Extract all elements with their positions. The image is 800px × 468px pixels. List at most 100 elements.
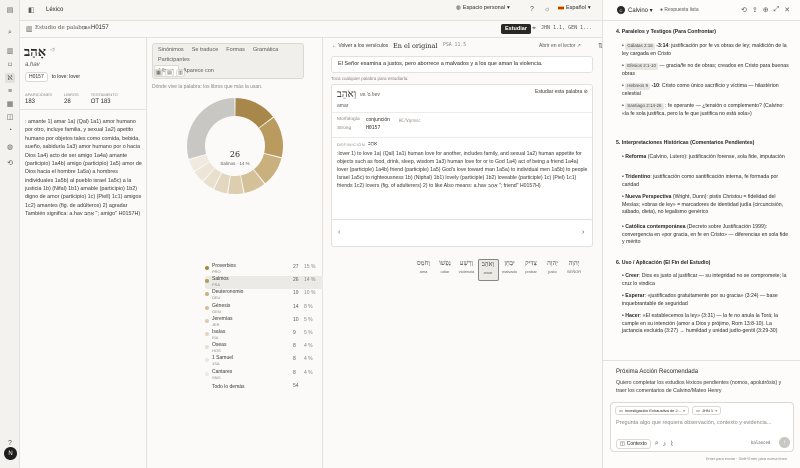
scripture-chip[interactable]: Santiago 2:14-26 [625,103,664,110]
bell-icon[interactable]: ◔ [5,125,15,135]
help-circle-icon[interactable]: ? [530,6,534,13]
verse-reference: PSA 11.5 [443,43,467,48]
legend-item-sng[interactable]: Cantares SNG 8 4 % [205,369,325,382]
tab-translated-as[interactable]: Se traduce [188,45,223,55]
app-logo-icon[interactable]: N [4,447,17,460]
list-view-icon[interactable]: ▤ [165,69,174,77]
legend-item-1sa[interactable]: 1 Samuel 1SA 8 4 % [205,355,325,368]
legend-item-jer[interactable]: Jeremías JER 10 5 % [205,316,325,329]
scripture-chip[interactable]: Hebreos 9 [625,83,651,90]
scripture-chip[interactable]: Efesios 2:1-10 [625,63,659,70]
chat-input[interactable]: Pregunta algo que requiera observación, … [616,420,791,426]
study-button[interactable]: Estudiar [501,24,532,34]
tab-grammar[interactable]: Gramática [249,45,282,55]
share-icon[interactable]: ⇪ [752,6,758,14]
interlinear-word[interactable]: וְרָשָׁע violencia [456,259,477,274]
tab-participants[interactable]: Participantes [154,55,194,65]
divider [332,137,592,138]
legend-percent: 10 % [304,290,316,297]
model-selector[interactable]: balanced [751,440,770,445]
morphology-code: HC/Vqrmsc [399,118,421,123]
search-input[interactable]: H0157 [91,25,491,31]
legend-item-gen[interactable]: Génesis GEN 14 8 % [205,303,325,316]
notes-icon[interactable]: ≡ [5,86,15,96]
attach-icon[interactable]: ⌇ [670,440,673,448]
chat-composer: ▭ Investigación Exhaustiva de J... × ▭ JHN … [610,402,794,452]
reference-field[interactable]: JHN 1.1, GEN 1... [541,25,592,31]
interlinear-word[interactable]: צַדִּיק probar [521,259,542,274]
attachment-chip[interactable]: ▭ JHN 1 × [692,406,722,415]
panel-toggle-icon[interactable]: ◧ [28,6,35,14]
interlinear-word[interactable]: יְהוָה SEÑOR [564,259,585,274]
expand-icon[interactable]: ⤢ [774,6,780,14]
legend-item-isa[interactable]: Isaías ISA 9 5 % [205,329,325,342]
attachment-chip[interactable]: ▭ Investigación Exhaustiva de J... × [615,406,690,415]
bookmark-icon[interactable]: ⌑ [5,60,15,70]
open-in-reader-link[interactable]: Abrir en el lector ↗ [539,43,581,49]
context-button[interactable]: ◫ Contexto [616,439,651,449]
new-chat-icon[interactable]: ⊕ [763,6,769,14]
legend-item-pro[interactable]: Proverbios PRO 27 15 % [205,263,325,276]
chevron-left-icon[interactable]: ‹ [338,229,340,236]
workspace-selector[interactable]: ◍ Espacio personal ▾ [456,5,510,11]
send-button[interactable]: ↑ [779,437,790,448]
entry-definition: : amante 1) amar 1a) (Qal) 1a1) amor hum… [25,119,142,218]
search-icon[interactable]: ⌕ [655,440,659,448]
book-icon[interactable]: ▥ [5,46,15,56]
sun-icon[interactable]: ☼ [544,6,550,13]
study-this-word-button[interactable]: Estudiar esta palabra ⊘ [535,89,588,95]
speaker-icon[interactable]: ◁ʲ [50,47,55,53]
legend-swatch [205,279,209,284]
open-in-label: Abrir en el lector [539,43,576,49]
tab-forms[interactable]: Formas [222,45,249,55]
back-to-verses-link[interactable]: ← Volver a los versículos [332,43,388,49]
grid-view-icon[interactable]: ▦ [154,69,163,77]
stat-value: 183 [25,99,36,105]
legend-swatch [205,292,209,297]
mic-icon[interactable]: ♪ [663,441,667,448]
interlinear-word[interactable]: וְאֹהֵב amar [477,259,499,281]
interlinear-word[interactable]: נַפְשׁוֹ odiar [435,259,456,274]
item-text: : «justificados gratuitamente por su gra… [622,293,778,307]
table-view-icon[interactable]: ▥ [176,69,185,77]
word-hebrew-text: יְהוָה [547,259,558,267]
scripture-chip[interactable]: Gálatas 2:16 [625,43,655,50]
section-parallels-title: 4. Paralelos y Testigos (Para Confrontar… [616,29,716,35]
donut-slice-jer[interactable] [228,175,244,194]
assistant-name[interactable]: Calvino ▾ [628,7,653,14]
next-action-text: Quiero completar los estudios léxicos pe… [616,380,782,394]
legend-percent: 5 % [304,316,313,323]
composer-tools: ◫ Contexto ⌕ ♪ ⌇ [616,439,674,449]
tab-synonyms[interactable]: Sinónimos [154,45,188,55]
history-icon[interactable]: ⟲ [5,158,15,168]
sidebar-toggle-icon[interactable]: ▤ [5,5,15,15]
close-icon[interactable]: × [683,408,685,413]
close-icon[interactable]: × [715,408,717,413]
chart-icon[interactable]: ▦ [5,99,15,109]
chevron-right-icon[interactable]: › [582,229,584,236]
item-bold: Esperar [625,293,645,299]
view-toggle: ▦ ▤ ▥ [154,69,185,77]
close-icon[interactable]: ✕ [784,6,790,14]
layers-icon[interactable]: ◫ [5,112,15,122]
legend-percent: 8 % [304,303,313,310]
divider [332,112,592,113]
legend-percent: 5 % [304,330,313,336]
legend-item-deu[interactable]: Deuteronomio DEU 19 10 % [205,289,325,302]
definition-text: :lover 1) to love 1a) (Qal) 1a1) human l… [337,151,588,190]
language-selector[interactable]: Español ▾ [558,5,591,11]
document-icon: ▭ [619,408,623,413]
legend-count: 8 [293,343,296,350]
interlinear-word[interactable]: וְחֹמֵס ama [413,259,434,274]
interlinear-word[interactable]: יְהוָה justo [542,259,563,274]
legend-item-hos[interactable]: Oseas HOS 8 4 % [205,342,325,355]
legend-item-psa[interactable]: Salmos PSA 26 14 % [205,276,325,290]
composer-hint: Enter para enviar · Shift+Enter para nue… [706,457,787,461]
lexicon-icon[interactable]: ℵ [5,73,15,83]
search-icon[interactable]: ⌕ [5,28,15,38]
interlinear-word[interactable]: יִבְחָן malvado [499,259,520,274]
globe-icon[interactable]: ◍ [5,142,15,152]
legend-percent: 4 % [304,369,313,376]
history-icon[interactable]: ⟲ [741,6,747,14]
legend-item-other[interactable]: Todo lo demás 54 [205,382,325,395]
